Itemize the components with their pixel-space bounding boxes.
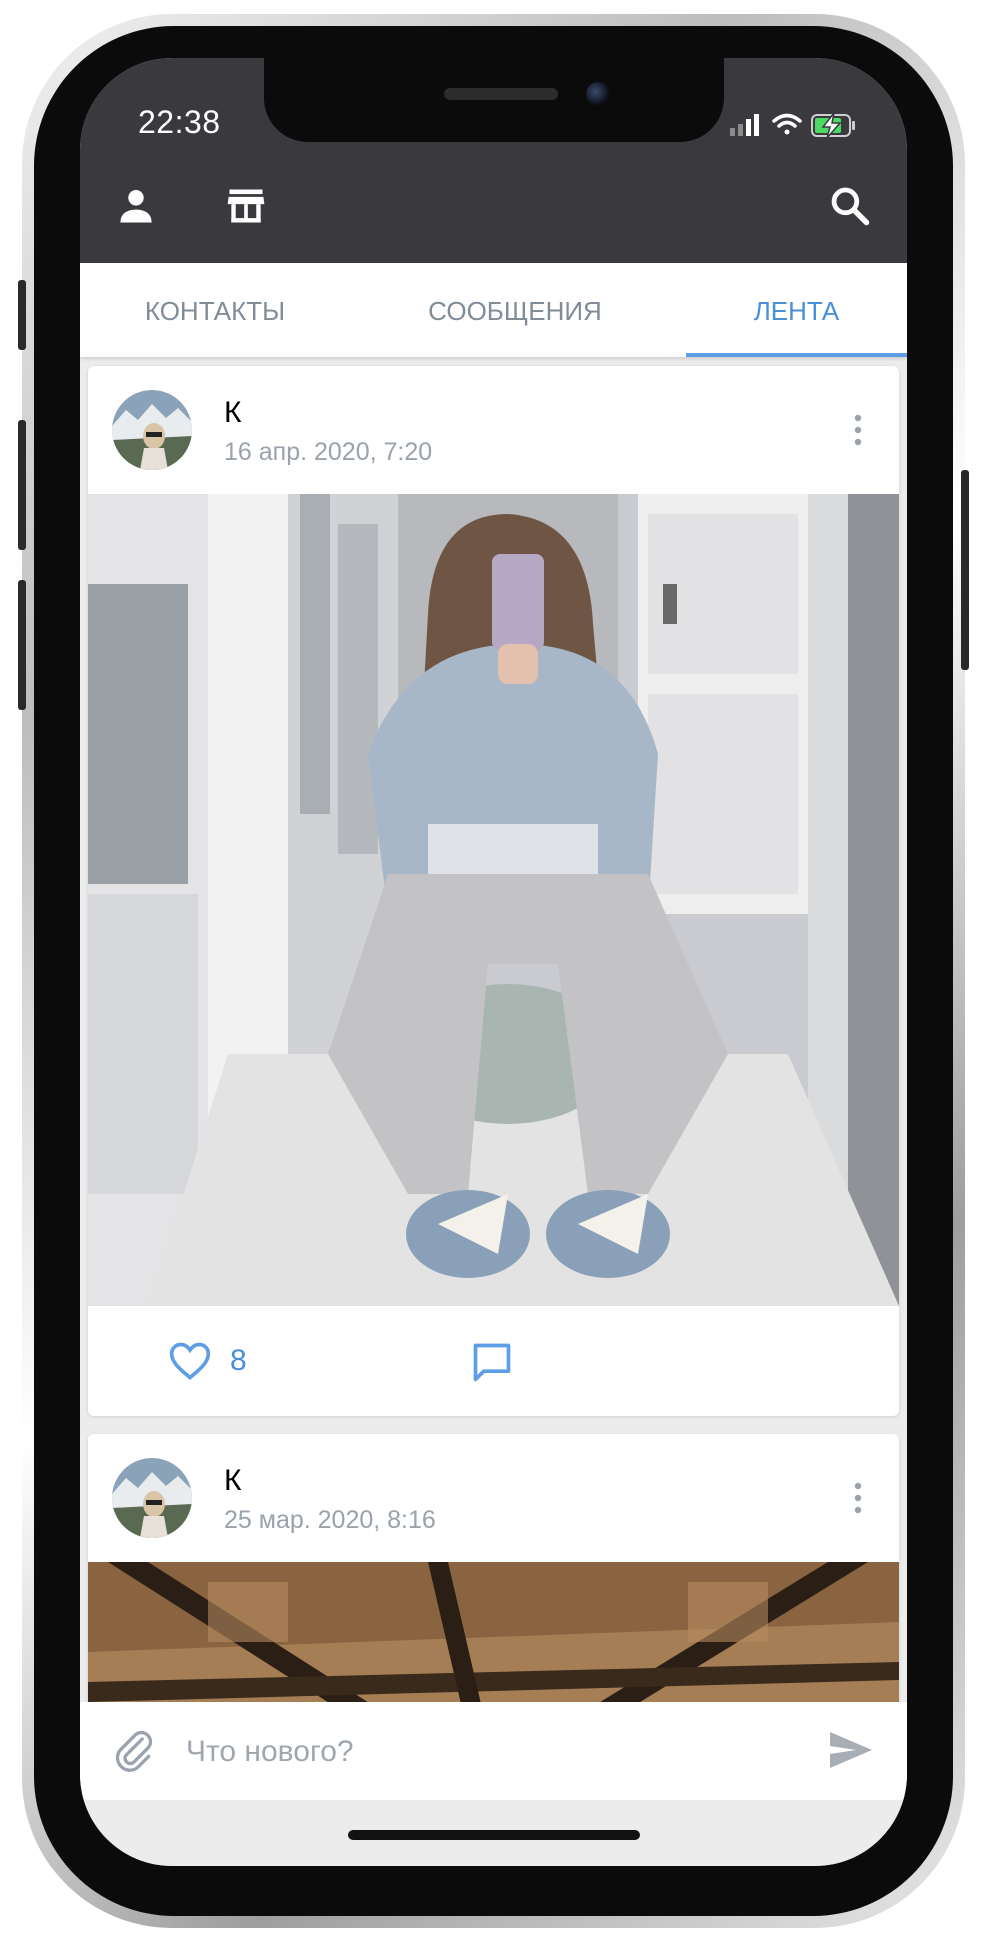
tab-contacts[interactable]: КОНТАКТЫ bbox=[80, 263, 350, 357]
post-card: К 25 мар. 2020, 8:16 bbox=[88, 1434, 899, 1734]
side-button bbox=[18, 420, 26, 550]
search-icon[interactable] bbox=[828, 184, 872, 228]
new-post-input[interactable] bbox=[184, 1724, 748, 1780]
like-count[interactable]: 8 bbox=[230, 1344, 247, 1378]
status-icons bbox=[730, 112, 855, 139]
store-icon[interactable] bbox=[224, 184, 268, 228]
post-date: 16 апр. 2020, 7:20 bbox=[224, 438, 433, 466]
attachment-icon[interactable] bbox=[112, 1728, 156, 1772]
post-author[interactable]: К bbox=[224, 1464, 241, 1498]
home-indicator[interactable] bbox=[348, 1830, 640, 1840]
avatar-image bbox=[112, 390, 192, 470]
tab-messages[interactable]: СООБЩЕНИЯ bbox=[350, 263, 680, 357]
more-vertical-icon[interactable] bbox=[846, 410, 870, 450]
app-screen: 22:38 КОНТАКТЫ СООБЩЕНИЯ ЛЕНТА К 16 апр.… bbox=[80, 58, 907, 1866]
tab-bar: КОНТАКТЫ СООБЩЕНИЯ ЛЕНТА bbox=[80, 263, 907, 357]
tab-feed[interactable]: ЛЕНТА bbox=[686, 263, 907, 357]
post-composer bbox=[80, 1702, 907, 1800]
post-actions: 8 bbox=[88, 1306, 899, 1416]
more-vertical-icon[interactable] bbox=[846, 1478, 870, 1518]
avatar[interactable] bbox=[112, 1458, 192, 1538]
post-card: К 16 апр. 2020, 7:20 8 bbox=[88, 366, 899, 1416]
post-author[interactable]: К bbox=[224, 396, 241, 430]
avatar-image bbox=[112, 1458, 192, 1538]
post-date: 25 мар. 2020, 8:16 bbox=[224, 1506, 436, 1534]
send-icon[interactable] bbox=[826, 1728, 874, 1772]
signal-icon bbox=[730, 114, 759, 136]
status-time: 22:38 bbox=[138, 104, 221, 140]
post-photo[interactable] bbox=[88, 494, 899, 1306]
notch bbox=[264, 58, 724, 142]
avatar[interactable] bbox=[112, 390, 192, 470]
heart-icon[interactable] bbox=[168, 1340, 212, 1382]
active-tab-indicator bbox=[686, 353, 907, 357]
speaker-grille bbox=[444, 88, 558, 100]
side-button bbox=[961, 470, 969, 670]
front-camera bbox=[586, 82, 610, 106]
side-button bbox=[18, 580, 26, 710]
side-button bbox=[18, 280, 26, 350]
person-icon[interactable] bbox=[114, 184, 158, 228]
comment-icon[interactable] bbox=[470, 1340, 514, 1384]
wifi-icon bbox=[772, 113, 802, 135]
battery-charging-icon bbox=[811, 112, 855, 139]
